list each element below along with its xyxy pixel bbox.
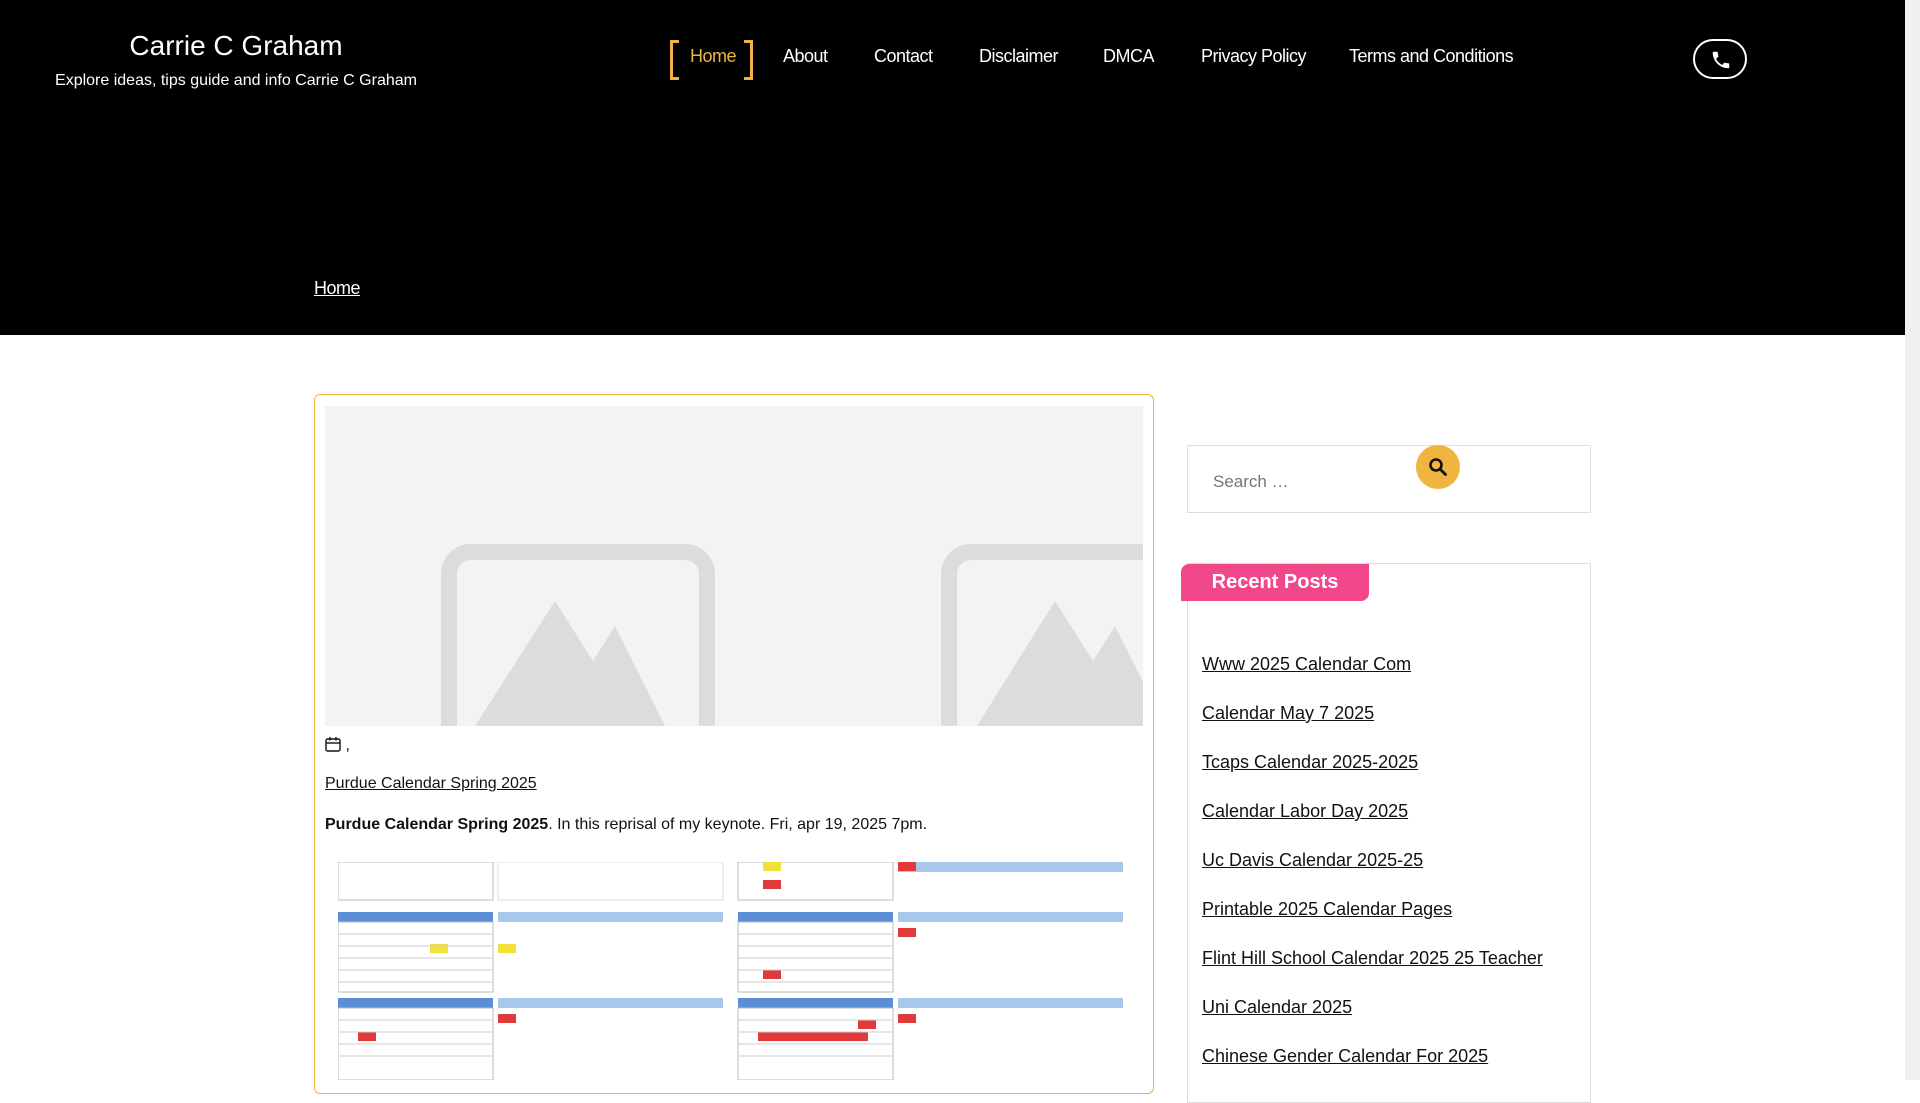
nav-item-terms[interactable]: Terms and Conditions — [1349, 46, 1514, 67]
site-title[interactable]: Carrie C Graham — [0, 30, 472, 62]
nav-bracket-left — [670, 40, 679, 80]
phone-button[interactable] — [1693, 39, 1747, 79]
recent-post-link[interactable]: Calendar Labor Day 2025 — [1202, 801, 1408, 822]
post-meta: , — [325, 736, 350, 755]
post-featured-image[interactable] — [325, 406, 1143, 726]
post-meta-separator: , — [345, 737, 350, 754]
site-header: Carrie C Graham Explore ideas, tips guid… — [0, 0, 1905, 335]
nav-item-contact[interactable]: Contact — [874, 46, 933, 67]
site-tagline: Explore ideas, tips guide and info Carri… — [55, 72, 417, 89]
calendar-thumbnail-image — [338, 862, 1123, 1080]
post-title-link[interactable]: Purdue Calendar Spring 2025 — [325, 775, 537, 793]
calendar-icon — [325, 737, 341, 752]
recent-post-link[interactable]: Uni Calendar 2025 — [1202, 997, 1352, 1018]
image-placeholder-icon — [325, 406, 1143, 726]
breadcrumb-home[interactable]: Home — [314, 278, 361, 299]
phone-icon — [1712, 51, 1730, 69]
nav-item-home[interactable]: Home — [690, 46, 737, 67]
search-button[interactable] — [1416, 445, 1460, 489]
nav-item-dmca[interactable]: DMCA — [1103, 46, 1155, 67]
recent-posts-heading: Recent Posts — [1181, 564, 1369, 601]
post-calendar-image[interactable] — [338, 862, 1123, 1080]
post-excerpt-text: . In this reprisal of my keynote. Fri, a… — [548, 816, 928, 833]
nav-item-about[interactable]: About — [783, 46, 828, 67]
recent-post-link[interactable]: Www 2025 Calendar Com — [1202, 654, 1411, 675]
post-excerpt-bold: Purdue Calendar Spring 2025 — [325, 816, 549, 833]
recent-post-link[interactable]: Flint Hill School Calendar 2025 25 Teach… — [1202, 948, 1543, 969]
recent-posts-widget — [1187, 563, 1591, 1103]
recent-post-link[interactable]: Calendar May 7 2025 — [1202, 703, 1374, 724]
nav-item-privacy-policy[interactable]: Privacy Policy — [1201, 46, 1307, 67]
search-icon — [1429, 458, 1447, 476]
recent-post-link[interactable]: Chinese Gender Calendar For 2025 — [1202, 1046, 1488, 1067]
nav-item-disclaimer[interactable]: Disclaimer — [979, 46, 1059, 67]
recent-post-link[interactable]: Tcaps Calendar 2025-2025 — [1202, 752, 1418, 773]
post-excerpt: Purdue Calendar Spring 2025. In this rep… — [325, 816, 927, 834]
search-input[interactable] — [1211, 468, 1415, 496]
nav-bracket-right — [744, 40, 753, 80]
recent-post-link[interactable]: Uc Davis Calendar 2025-25 — [1202, 850, 1423, 871]
recent-post-link[interactable]: Printable 2025 Calendar Pages — [1202, 899, 1452, 920]
scrollbar[interactable] — [1905, 0, 1920, 1080]
